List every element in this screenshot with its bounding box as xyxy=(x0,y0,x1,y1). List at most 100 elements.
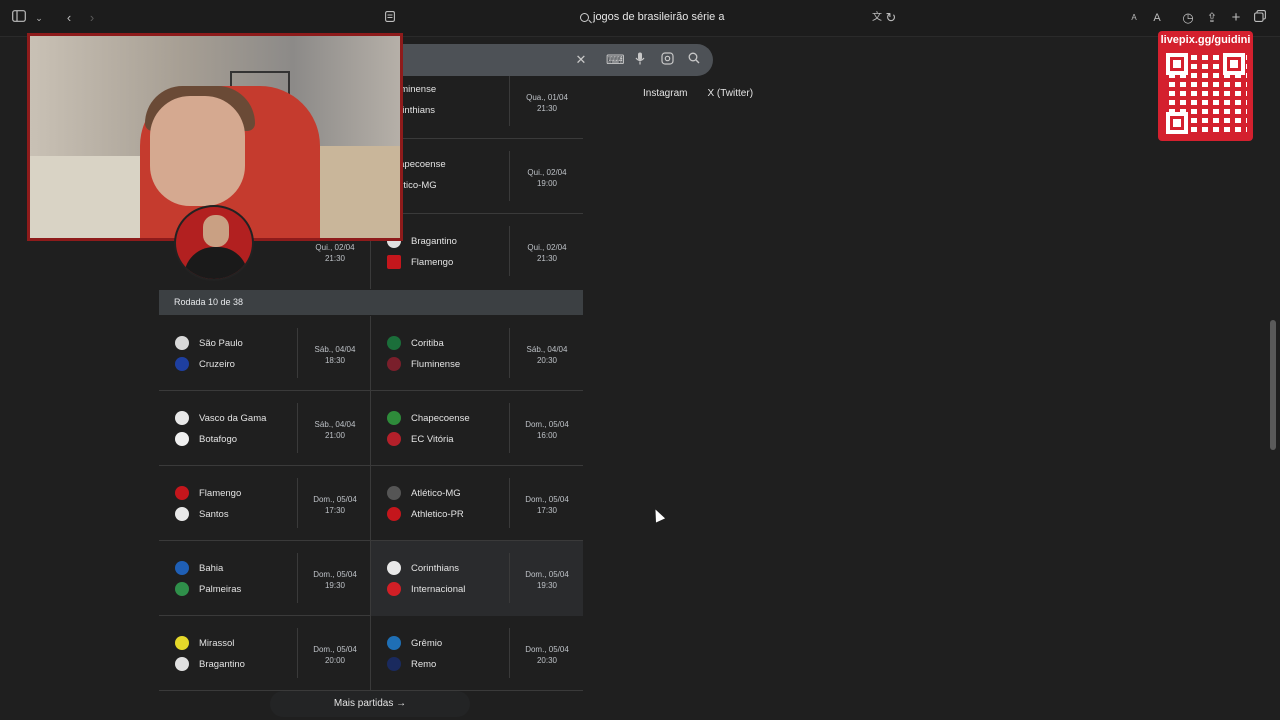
match-time: Dom., 05/04 19:30 xyxy=(525,570,569,590)
team-name: Remo xyxy=(411,658,437,670)
home-team: São Paulo xyxy=(175,336,243,350)
home-team: Flamengo xyxy=(175,486,241,500)
lens-icon[interactable] xyxy=(659,52,675,68)
team-crest-icon xyxy=(175,486,189,500)
more-matches-label: Mais partidas xyxy=(333,698,394,709)
match-card[interactable]: Vasco da Gama Botafogo Sáb., 04/04 21:00 xyxy=(159,391,371,466)
text-size-large-icon[interactable]: A xyxy=(1148,10,1166,28)
team-name: São Paulo xyxy=(199,337,243,349)
away-team: Fluminense xyxy=(387,357,460,371)
team-crest-icon xyxy=(387,432,401,446)
match-time: Sáb., 04/04 18:30 xyxy=(314,345,356,365)
more-matches-button[interactable]: Mais partidas → xyxy=(270,691,470,717)
away-team: Cruzeiro xyxy=(175,357,235,371)
away-team: Remo xyxy=(387,657,436,671)
match-time: Sáb., 04/04 20:30 xyxy=(526,345,568,365)
new-tab-icon[interactable]: + xyxy=(1227,10,1245,28)
tab-overview-icon[interactable] xyxy=(1251,10,1269,28)
match-card[interactable]: Flamengo Santos Dom., 05/04 17:30 xyxy=(159,466,371,541)
match-card[interactable]: São Paulo Cruzeiro Sáb., 04/04 18:30 xyxy=(159,316,371,391)
divider xyxy=(509,628,510,678)
match-row: Vasco da Gama Botafogo Sáb., 04/04 21:00 Cha… xyxy=(159,391,583,466)
match-time: Qua., 01/04 21:30 xyxy=(526,93,568,113)
away-team: EC Vitória xyxy=(387,432,454,446)
back-icon[interactable]: ‹ xyxy=(60,10,78,28)
match-row: Mirassol Bragantino Dom., 05/04 20:00 Grêmio… xyxy=(159,616,583,691)
match-time: Dom., 05/04 17:30 xyxy=(313,495,357,515)
match-time: Sáb., 04/04 21:00 xyxy=(314,420,356,440)
team-name: Flamengo xyxy=(411,256,454,268)
mouse-cursor xyxy=(650,507,666,523)
team-crest-icon xyxy=(175,657,189,671)
away-team: Bragantino xyxy=(175,657,245,671)
home-team: Grêmio xyxy=(387,636,442,650)
url-text: jogos de brasileirão série a xyxy=(593,11,725,23)
team-name: Bragantino xyxy=(411,235,457,247)
team-name: Chapecoense xyxy=(411,412,470,424)
team-name: Palmeiras xyxy=(199,583,242,595)
match-card[interactable]: Bahia Palmeiras Dom., 05/04 19:30 xyxy=(159,541,371,616)
text-size-small-icon[interactable]: A xyxy=(1125,10,1143,28)
team-name: Athletico-PR xyxy=(411,508,464,520)
team-crest-icon xyxy=(387,357,401,371)
twitter-link[interactable]: X (Twitter) xyxy=(707,88,753,99)
team-name: Bragantino xyxy=(199,658,245,670)
match-row: São Paulo Cruzeiro Sáb., 04/04 18:30 Coritib… xyxy=(159,316,583,391)
team-name: Internacional xyxy=(411,583,466,595)
address-bar[interactable]: jogos de brasileirão série a xyxy=(580,11,724,23)
team-crest-icon xyxy=(387,411,401,425)
share-icon[interactable]: ⇪ xyxy=(1203,10,1221,28)
team-crest-icon xyxy=(175,507,189,521)
sidebar-icon[interactable] xyxy=(10,10,28,28)
away-team: Palmeiras xyxy=(175,582,241,596)
team-name: Corinthians xyxy=(411,562,460,574)
donation-qr-overlay: livepix.gg/guidini xyxy=(1158,31,1253,141)
home-team: Coritiba xyxy=(387,336,444,350)
match-time: Dom., 05/04 20:00 xyxy=(313,645,357,665)
tabs-icon[interactable] xyxy=(381,10,399,28)
instagram-link[interactable]: Instagram xyxy=(643,88,687,99)
chevron-down-icon[interactable]: ⌄ xyxy=(30,10,48,28)
reload-icon[interactable]: ↻ xyxy=(882,10,900,28)
team-crest-icon xyxy=(387,561,401,575)
mic-icon[interactable] xyxy=(632,52,648,68)
search-icon[interactable] xyxy=(686,52,702,67)
match-card[interactable]: Coritiba Fluminense Sáb., 04/04 20:30 xyxy=(371,316,583,391)
away-team: Flamengo xyxy=(387,255,453,269)
match-time: Qui., 02/04 21:30 xyxy=(527,243,567,263)
keyboard-icon[interactable]: ⌨ xyxy=(606,52,625,68)
divider xyxy=(297,403,298,453)
divider xyxy=(509,478,510,528)
divider xyxy=(509,328,510,378)
divider xyxy=(509,151,510,201)
browser-toolbar: ⌄ ‹ › jogos de brasileirão série a 文 ↻ A… xyxy=(0,0,1280,37)
streamer-avatar xyxy=(174,205,254,281)
match-card[interactable]: Grêmio Remo Dom., 05/04 20:30 xyxy=(371,616,583,691)
team-crest-icon xyxy=(175,582,189,596)
team-name: Bahia xyxy=(199,562,224,574)
qr-label: livepix.gg/guidini xyxy=(1160,34,1251,46)
match-time: Qui., 02/04 21:30 xyxy=(315,243,355,263)
match-card[interactable]: Chapecoense EC Vitória Dom., 05/04 16:00 xyxy=(371,391,583,466)
team-crest-icon xyxy=(387,486,401,500)
home-team: Atlético-MG xyxy=(387,486,461,500)
team-name: Coritiba xyxy=(411,337,444,349)
team-name: Vasco da Gama xyxy=(199,412,267,424)
team-crest-icon xyxy=(175,636,189,650)
divider xyxy=(297,553,298,603)
home-team: Mirassol xyxy=(175,636,234,650)
match-time: Dom., 05/04 19:30 xyxy=(313,570,357,590)
match-card[interactable]: Atlético-MG Athletico-PR Dom., 05/04 17:30 xyxy=(371,466,583,541)
forward-icon[interactable]: › xyxy=(83,10,101,28)
team-name: Santos xyxy=(199,508,229,520)
match-card[interactable]: Corinthians Internacional Dom., 05/04 19:30 xyxy=(371,541,583,616)
page-scrollbar[interactable] xyxy=(1270,320,1276,450)
history-icon[interactable]: ◷ xyxy=(1179,10,1197,28)
away-team: Santos xyxy=(175,507,229,521)
team-crest-icon xyxy=(387,507,401,521)
team-crest-icon xyxy=(175,411,189,425)
team-crest-icon xyxy=(387,582,401,596)
team-name: Fluminense xyxy=(411,358,461,370)
match-card[interactable]: Mirassol Bragantino Dom., 05/04 20:00 xyxy=(159,616,371,691)
away-team: Botafogo xyxy=(175,432,237,446)
